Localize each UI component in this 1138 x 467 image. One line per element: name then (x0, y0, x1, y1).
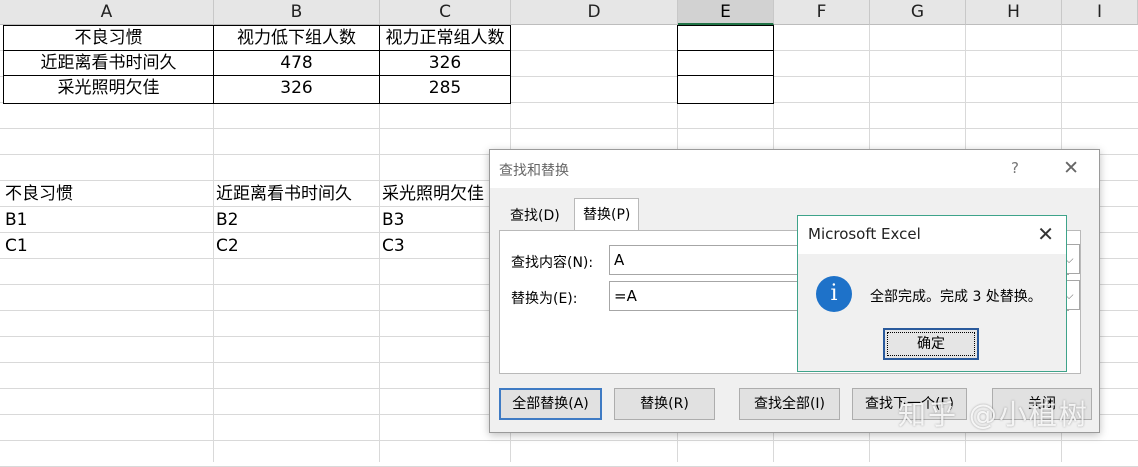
watermark: 知乎 @小植树 (898, 398, 1089, 431)
table-cell[interactable]: 326 (213, 75, 380, 104)
find-label: 查找内容(N): (511, 255, 594, 271)
replace-label: 替换为(E): (511, 291, 578, 307)
table-header-cell[interactable]: 采光照明欠佳 (380, 182, 490, 208)
table-cell[interactable]: 285 (379, 75, 511, 104)
table-cell[interactable]: B3 (380, 208, 490, 234)
replace-button[interactable]: 替换(R) (614, 388, 715, 420)
column-header-f[interactable]: F (774, 0, 870, 25)
table-cell[interactable]: B1 (3, 208, 213, 234)
message-titlebar[interactable]: Microsoft Excel ✕ (798, 216, 1066, 254)
column-header-a[interactable]: A (0, 0, 214, 25)
table-header-cell[interactable]: 视力正常组人数 (379, 25, 511, 51)
column-header-e[interactable]: E (678, 0, 774, 25)
table-header-cell[interactable]: 不良习惯 (3, 25, 214, 51)
column-header-g[interactable]: G (870, 0, 966, 25)
table-cell[interactable]: C1 (3, 234, 213, 260)
selected-cell[interactable] (677, 75, 774, 104)
table-cell[interactable]: 采光照明欠佳 (3, 75, 214, 104)
table-header-cell[interactable]: 不良习惯 (3, 182, 213, 208)
table-cell[interactable]: C3 (380, 234, 490, 260)
message-box[interactable]: Microsoft Excel ✕ i 全部完成。完成 3 处替换。 确定 (797, 215, 1067, 372)
table-cell[interactable]: 近距离看书时间久 (3, 50, 214, 76)
info-icon: i (816, 276, 852, 312)
grid-row (0, 103, 1138, 129)
find-all-button[interactable]: 查找全部(I) (739, 388, 840, 420)
column-header-d[interactable]: D (511, 0, 678, 25)
message-text: 全部完成。完成 3 处替换。 (870, 289, 1042, 305)
tab-find[interactable]: 查找(D) (502, 201, 568, 231)
table-cell[interactable]: 478 (213, 50, 380, 76)
column-header-h[interactable]: H (966, 0, 1062, 25)
help-button[interactable]: ? (1011, 159, 1019, 177)
selected-cell[interactable] (677, 25, 774, 51)
column-header-c[interactable]: C (380, 0, 511, 25)
replace-all-button[interactable]: 全部替换(A) (499, 388, 602, 420)
table-header-cell[interactable]: 近距离看书时间久 (214, 182, 379, 208)
table-header-cell[interactable]: 视力低下组人数 (213, 25, 380, 51)
column-header-i[interactable]: I (1062, 0, 1138, 25)
close-icon[interactable]: ✕ (1037, 222, 1054, 246)
table-cell[interactable]: C2 (214, 234, 379, 260)
dialog-title: 查找和替换 (499, 163, 569, 179)
tab-replace[interactable]: 替换(P) (574, 198, 640, 231)
column-header-b[interactable]: B (214, 0, 380, 25)
table-cell[interactable]: B2 (214, 208, 379, 234)
ok-button[interactable]: 确定 (883, 328, 979, 360)
close-icon[interactable]: ✕ (1063, 157, 1079, 179)
table-cell[interactable]: 326 (379, 50, 511, 76)
message-title: Microsoft Excel (808, 225, 921, 243)
grid-row (0, 441, 1138, 467)
selected-cell[interactable] (677, 50, 774, 76)
dialog-titlebar[interactable]: 查找和替换 ? ✕ (490, 150, 1099, 188)
